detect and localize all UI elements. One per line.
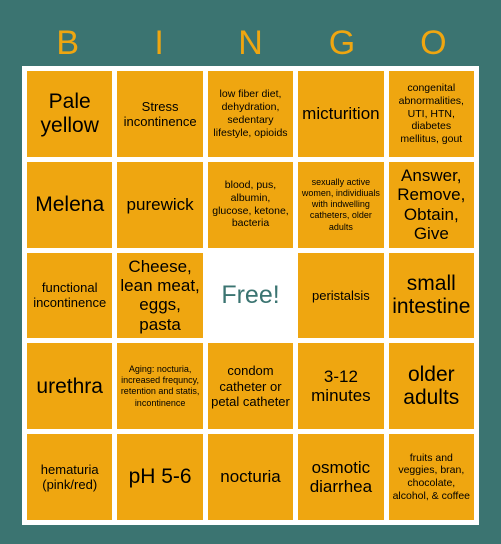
- bingo-cell-r3c4[interactable]: peristalsis: [298, 252, 384, 339]
- bingo-header: B I N G O: [22, 20, 479, 66]
- bingo-cell-r2c2[interactable]: purewick: [117, 161, 203, 248]
- bingo-cell-r3c2[interactable]: Cheese, lean meat, eggs, pasta: [117, 252, 203, 339]
- bingo-cell-r4c4[interactable]: 3-12 minutes: [298, 343, 384, 430]
- bingo-cell-r1c3[interactable]: low fiber diet, dehydration, sedentary l…: [207, 71, 294, 157]
- bingo-cell-free-space[interactable]: Free!: [207, 252, 294, 339]
- bingo-cell-r1c4[interactable]: micturition: [298, 71, 384, 157]
- bingo-cell-r5c3[interactable]: nocturia: [207, 434, 294, 520]
- bingo-header-letter-b: B: [56, 24, 80, 62]
- bingo-cell-text: purewick: [126, 195, 194, 214]
- bingo-cell-r4c5[interactable]: older adults: [388, 343, 474, 430]
- bingo-cell-text: functional incontinence: [33, 280, 107, 311]
- bingo-cell-text: micturition: [302, 104, 380, 124]
- bingo-cell-r5c2[interactable]: pH 5-6: [117, 434, 203, 520]
- bingo-cell-text: urethra: [36, 374, 103, 398]
- bingo-cell-text: small intestine: [392, 271, 471, 319]
- bingo-cell-r4c1[interactable]: urethra: [27, 343, 113, 430]
- bingo-cell-text: fruits and veggies, bran, chocolate, alc…: [392, 451, 471, 502]
- bingo-cell-text: 3-12 minutes: [311, 366, 371, 406]
- bingo-cell-text: blood, pus, albumin, glucose, ketone, ba…: [212, 179, 289, 230]
- bingo-cell-r2c1[interactable]: Melena: [27, 161, 113, 248]
- bingo-cell-text: Answer, Remove, Obtain, Give: [397, 165, 466, 244]
- bingo-cell-r4c2[interactable]: Aging: nocturia, increased frequncy, ret…: [117, 343, 203, 430]
- bingo-cell-text: condom catheter or petal catheter: [211, 363, 290, 409]
- bingo-cell-text: hematuria (pink/red): [40, 461, 99, 493]
- bingo-cell-r2c5[interactable]: Answer, Remove, Obtain, Give: [388, 161, 474, 248]
- bingo-cell-text: Cheese, lean meat, eggs, pasta: [120, 256, 200, 334]
- bingo-free-label: Free!: [221, 281, 280, 310]
- bingo-cell-text: Pale yellow: [40, 90, 99, 137]
- bingo-cell-text: peristalsis: [311, 287, 370, 303]
- bingo-card: B I N G O Pale yellow Stress incontinenc…: [0, 0, 501, 544]
- bingo-cell-r1c1[interactable]: Pale yellow: [27, 71, 113, 157]
- bingo-header-letter-o: O: [420, 24, 447, 62]
- bingo-cell-r5c4[interactable]: osmotic diarrhea: [298, 434, 384, 520]
- bingo-cell-text: pH 5-6: [128, 465, 192, 489]
- bingo-cell-r2c3[interactable]: blood, pus, albumin, glucose, ketone, ba…: [207, 161, 294, 248]
- bingo-cell-text: congenital abnormalities, UTI, HTN, diab…: [398, 81, 464, 146]
- bingo-cell-text: Melena: [35, 192, 105, 216]
- bingo-cell-text: Aging: nocturia, increased frequncy, ret…: [120, 363, 200, 408]
- bingo-cell-r3c5[interactable]: small intestine: [388, 252, 474, 339]
- bingo-cell-text: low fiber diet, dehydration, sedentary l…: [213, 88, 288, 139]
- bingo-cell-r5c5[interactable]: fruits and veggies, bran, chocolate, alc…: [388, 434, 474, 520]
- bingo-grid: Pale yellow Stress incontinence low fibe…: [27, 71, 474, 520]
- bingo-grid-frame: Pale yellow Stress incontinence low fibe…: [22, 66, 479, 525]
- bingo-cell-text: sexually active women, individiuals with…: [301, 176, 380, 232]
- bingo-cell-text: nocturia: [220, 467, 281, 487]
- bingo-cell-r2c4[interactable]: sexually active women, individiuals with…: [298, 161, 384, 248]
- bingo-header-letter-i: I: [154, 24, 164, 62]
- bingo-cell-r1c5[interactable]: congenital abnormalities, UTI, HTN, diab…: [388, 71, 474, 157]
- bingo-cell-r3c1[interactable]: functional incontinence: [27, 252, 113, 339]
- bingo-cell-r1c2[interactable]: Stress incontinence: [117, 71, 203, 157]
- bingo-cell-text: older adults: [403, 362, 460, 410]
- bingo-cell-r4c3[interactable]: condom catheter or petal catheter: [207, 343, 294, 430]
- bingo-cell-r5c1[interactable]: hematuria (pink/red): [27, 434, 113, 520]
- bingo-cell-text: Stress incontinence: [123, 98, 197, 129]
- bingo-header-letter-g: G: [328, 24, 356, 62]
- bingo-cell-text: osmotic diarrhea: [309, 457, 373, 497]
- bingo-header-letter-n: N: [238, 24, 263, 62]
